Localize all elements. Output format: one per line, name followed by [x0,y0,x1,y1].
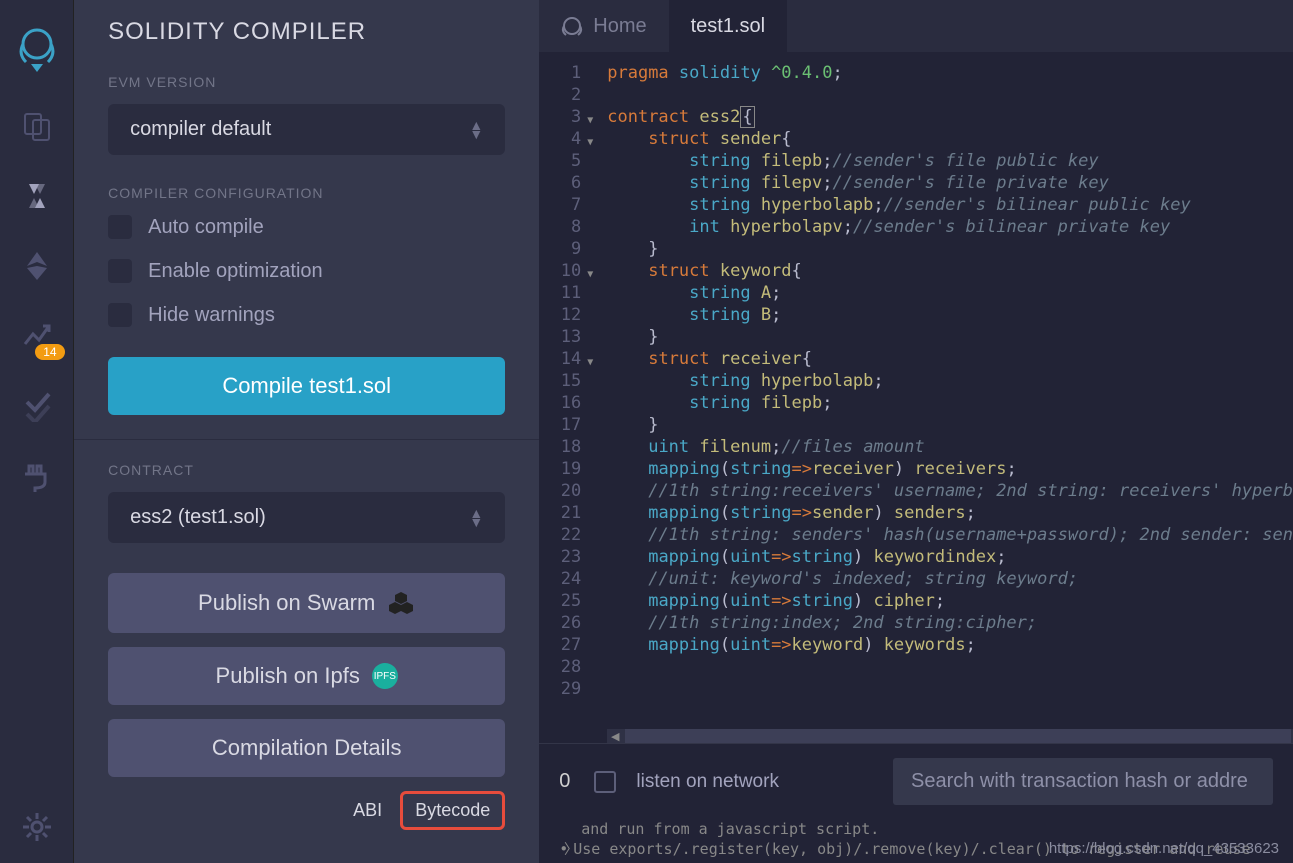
debugger-icon[interactable] [21,390,53,422]
tx-search-input[interactable]: Search with transaction hash or addre [893,758,1273,805]
evm-version-label: EVM VERSION [108,74,505,90]
compiler-panel: SOLIDITY COMPILER EVM VERSION compiler d… [73,0,539,863]
code-content[interactable]: pragma solidity ^0.4.0;contract ess2{ st… [599,52,1293,729]
auto-compile-checkbox[interactable]: Auto compile [108,215,505,239]
line-gutter: 123▼4▼5678910▼11121314▼15161718192021222… [539,52,599,729]
file-explorer-icon[interactable] [21,110,53,142]
abi-link[interactable]: ABI [353,800,382,821]
pending-tx-count: 0 [559,770,570,793]
scroll-left-icon[interactable]: ◀ [607,730,623,743]
tab-bar: Home test1.sol [539,0,1293,52]
chevron-updown-icon: ▲▼ [469,121,483,138]
checkbox-icon [108,259,132,283]
watermark-text: https://blog.csdn.net/qq_43533623 [1049,840,1279,857]
bytecode-link[interactable]: Bytecode [400,791,505,830]
analysis-icon[interactable]: 14 [21,320,53,352]
listen-label: listen on network [636,771,779,793]
ipfs-icon: IPFS [372,663,398,689]
publish-swarm-button[interactable]: Publish on Swarm [108,573,505,633]
solidity-compiler-icon[interactable] [21,180,53,212]
checkbox-icon [108,215,132,239]
icon-rail: 14 [0,0,73,863]
tab-home[interactable]: Home [539,0,668,52]
swarm-icon [387,589,415,617]
listen-checkbox[interactable] [594,771,616,793]
contract-select[interactable]: ess2 (test1.sol) ▲▼ [108,492,505,543]
tab-file[interactable]: test1.sol [669,0,787,52]
compile-button[interactable]: Compile test1.sol [108,357,505,415]
horizontal-scrollbar[interactable]: ◀ [607,729,1293,743]
editor-area: Home test1.sol 123▼4▼5678910▼11121314▼15… [539,0,1293,863]
chevron-updown-icon: ▲▼ [469,509,483,526]
checkbox-icon [108,303,132,327]
contract-label: CONTRACT [108,462,505,478]
hide-warnings-checkbox[interactable]: Hide warnings [108,303,505,327]
plugin-manager-icon[interactable] [21,460,53,492]
deploy-run-icon[interactable] [21,250,53,282]
analysis-badge: 14 [35,344,64,360]
remix-logo-icon [12,22,62,72]
evm-version-select[interactable]: compiler default ▲▼ [108,104,505,155]
code-editor[interactable]: 123▼4▼5678910▼11121314▼15161718192021222… [539,52,1293,729]
config-label: COMPILER CONFIGURATION [108,185,505,201]
home-icon [561,15,583,37]
panel-title: SOLIDITY COMPILER [108,18,505,46]
settings-icon[interactable] [21,811,53,843]
expand-console-icon[interactable]: 〉 [564,839,578,859]
publish-ipfs-button[interactable]: Publish on Ipfs IPFS [108,647,505,705]
optimization-checkbox[interactable]: Enable optimization [108,259,505,283]
compilation-details-button[interactable]: Compilation Details [108,719,505,777]
